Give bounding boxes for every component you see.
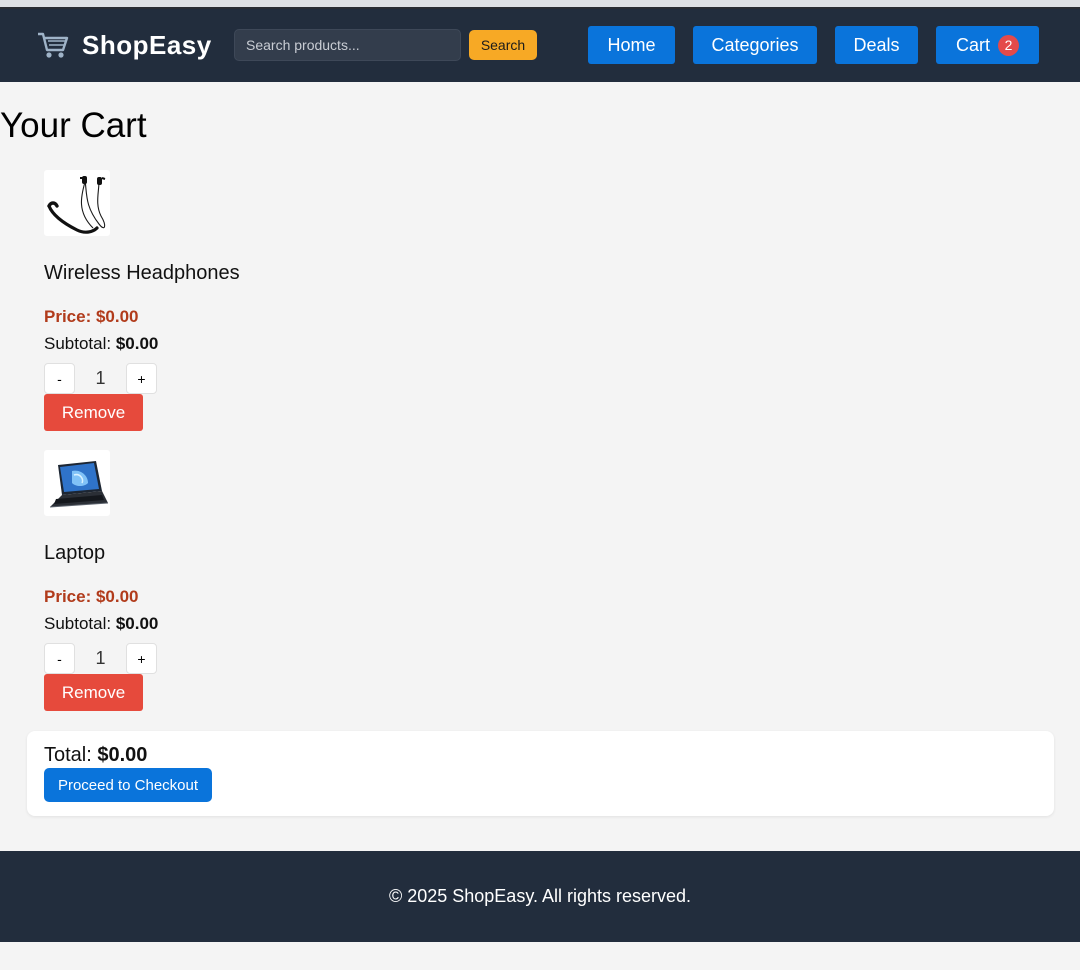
logo-text: ShopEasy — [82, 29, 212, 60]
nav-categories-button[interactable]: Categories — [693, 26, 817, 64]
subtotal-value: $0.00 — [115, 334, 159, 353]
quantity-value: 1 — [95, 648, 106, 668]
site-logo[interactable]: ShopEasy — [36, 27, 212, 63]
decrement-button[interactable]: - — [44, 643, 75, 674]
shopping-cart-icon — [36, 29, 70, 61]
increment-button[interactable]: + — [126, 643, 157, 674]
total-label: Total: — [44, 744, 92, 766]
neckband-earphones-image — [44, 170, 110, 236]
increment-button[interactable]: + — [126, 363, 157, 394]
browser-top-strip — [0, 0, 1080, 10]
cart-summary: Total: $0.00 Proceed to Checkout — [27, 731, 1054, 816]
search-button[interactable]: Search — [469, 30, 537, 60]
decrement-button[interactable]: - — [44, 363, 75, 394]
subtotal-value: $0.00 — [115, 614, 159, 633]
remove-button[interactable]: Remove — [44, 394, 143, 431]
nav-cart-button[interactable]: Cart 2 — [936, 26, 1039, 64]
laptop-image — [44, 450, 110, 516]
remove-button[interactable]: Remove — [44, 674, 143, 711]
cart-label: Cart — [955, 34, 990, 55]
quantity-stepper: - 1 + — [44, 363, 157, 394]
quantity-stepper: - 1 + — [44, 643, 157, 674]
checkout-button[interactable]: Proceed to Checkout — [44, 768, 212, 802]
subtotal-label: Subtotal: — [44, 614, 112, 633]
total-value: $0.00 — [97, 744, 148, 766]
nav-home-button[interactable]: Home — [588, 26, 675, 64]
site-header: ShopEasy Search Home Categories Deals Ca… — [0, 9, 1080, 82]
item-name: Wireless Headphones — [44, 262, 240, 284]
item-subtotal: Subtotal: $0.00 — [44, 614, 158, 634]
subtotal-label: Subtotal: — [44, 334, 112, 353]
site-footer: © 2025 ShopEasy. All rights reserved. — [0, 851, 1080, 942]
cart-item: Wireless Headphones Price: $0.00 Subtota… — [44, 170, 344, 431]
item-name: Laptop — [44, 542, 106, 564]
search-input[interactable] — [234, 29, 461, 61]
item-price: Price: $0.00 — [44, 307, 139, 326]
page-title: Your Cart — [0, 106, 147, 145]
footer-copyright: © 2025 ShopEasy. All rights reserved. — [388, 886, 692, 906]
quantity-value: 1 — [95, 368, 106, 388]
nav-deals-button[interactable]: Deals — [835, 26, 918, 64]
item-price: Price: $0.00 — [44, 587, 139, 606]
cart-item: Laptop Price: $0.00 Subtotal: $0.00 - 1 … — [44, 450, 344, 711]
item-subtotal: Subtotal: $0.00 — [44, 334, 158, 354]
cart-total: Total: $0.00 — [44, 744, 147, 767]
cart-count-badge: 2 — [998, 34, 1019, 56]
